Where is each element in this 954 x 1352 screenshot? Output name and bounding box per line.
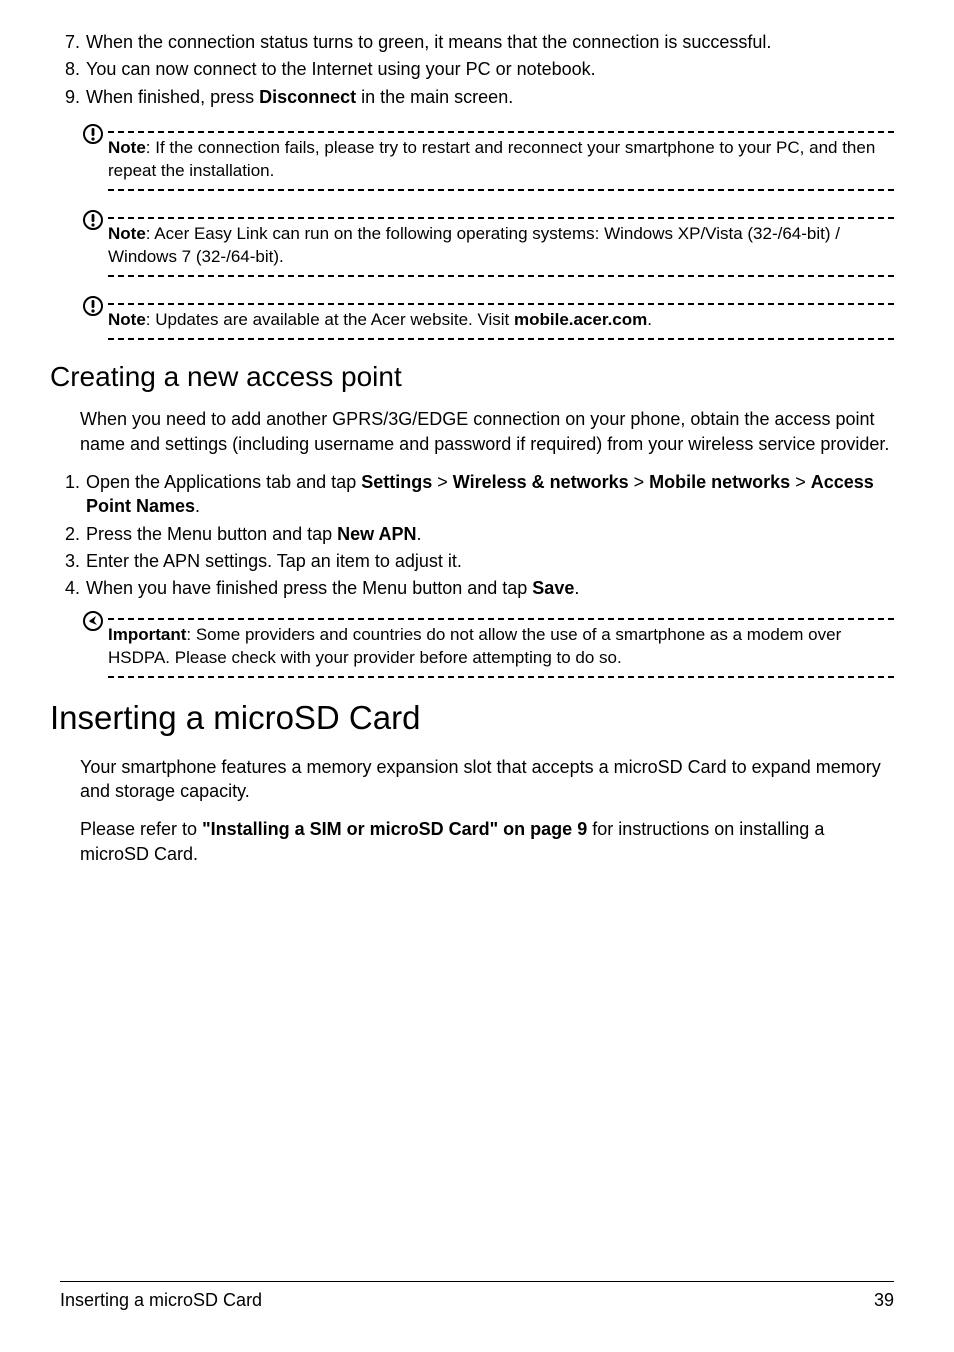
step-number: 2. bbox=[60, 522, 86, 546]
step-number: 9. bbox=[60, 85, 86, 109]
paragraph-microsd-ref: Please refer to "Installing a SIM or mic… bbox=[80, 817, 894, 866]
step-text: When finished, press Disconnect in the m… bbox=[86, 85, 894, 109]
note-block-3: Note: Updates are available at the Acer … bbox=[82, 295, 894, 336]
info-icon bbox=[82, 295, 104, 317]
note-block-1: Note: If the connection fails, please tr… bbox=[82, 123, 894, 187]
step-7: 7. When the connection status turns to g… bbox=[60, 30, 894, 54]
step-text: Press the Menu button and tap New APN. bbox=[86, 522, 894, 546]
info-icon bbox=[82, 209, 104, 231]
step-number: 1. bbox=[60, 470, 86, 519]
note-text: Note: Acer Easy Link can run on the foll… bbox=[82, 209, 894, 273]
step-text: Enter the APN settings. Tap an item to a… bbox=[86, 549, 894, 573]
footer-page-number: 39 bbox=[874, 1288, 894, 1312]
step-9: 9. When finished, press Disconnect in th… bbox=[60, 85, 894, 109]
step-list-mid: 1. Open the Applications tab and tap Set… bbox=[60, 470, 894, 600]
step-text: Open the Applications tab and tap Settin… bbox=[86, 470, 894, 519]
important-block: Important: Some providers and countries … bbox=[82, 610, 894, 674]
note-text: Note: Updates are available at the Acer … bbox=[82, 295, 894, 336]
info-icon bbox=[82, 123, 104, 145]
step-text: When you have finished press the Menu bu… bbox=[86, 576, 894, 600]
pin-icon bbox=[82, 610, 104, 632]
step-1: 1. Open the Applications tab and tap Set… bbox=[60, 470, 894, 519]
step-2: 2. Press the Menu button and tap New APN… bbox=[60, 522, 894, 546]
step-4: 4. When you have finished press the Menu… bbox=[60, 576, 894, 600]
page-footer: Inserting a microSD Card 39 bbox=[60, 1281, 894, 1312]
step-number: 7. bbox=[60, 30, 86, 54]
cross-reference-link[interactable]: "Installing a SIM or microSD Card" on pa… bbox=[202, 819, 587, 839]
footer-section-title: Inserting a microSD Card bbox=[60, 1288, 262, 1312]
subheading-creating-access-point: Creating a new access point bbox=[50, 358, 894, 396]
step-number: 8. bbox=[60, 57, 86, 81]
step-8: 8. You can now connect to the Internet u… bbox=[60, 57, 894, 81]
step-text: You can now connect to the Internet usin… bbox=[86, 57, 894, 81]
step-list-top: 7. When the connection status turns to g… bbox=[60, 30, 894, 109]
step-number: 3. bbox=[60, 549, 86, 573]
step-number: 4. bbox=[60, 576, 86, 600]
paragraph-microsd-intro: Your smartphone features a memory expans… bbox=[80, 755, 894, 804]
note-block-2: Note: Acer Easy Link can run on the foll… bbox=[82, 209, 894, 273]
step-text: When the connection status turns to gree… bbox=[86, 30, 894, 54]
section-heading-microsd: Inserting a microSD Card bbox=[50, 696, 894, 741]
note-text: Note: If the connection fails, please tr… bbox=[82, 123, 894, 187]
important-text: Important: Some providers and countries … bbox=[82, 610, 894, 674]
note-link[interactable]: mobile.acer.com bbox=[514, 310, 647, 329]
step-3: 3. Enter the APN settings. Tap an item t… bbox=[60, 549, 894, 573]
paragraph-access-point-intro: When you need to add another GPRS/3G/EDG… bbox=[80, 407, 894, 456]
